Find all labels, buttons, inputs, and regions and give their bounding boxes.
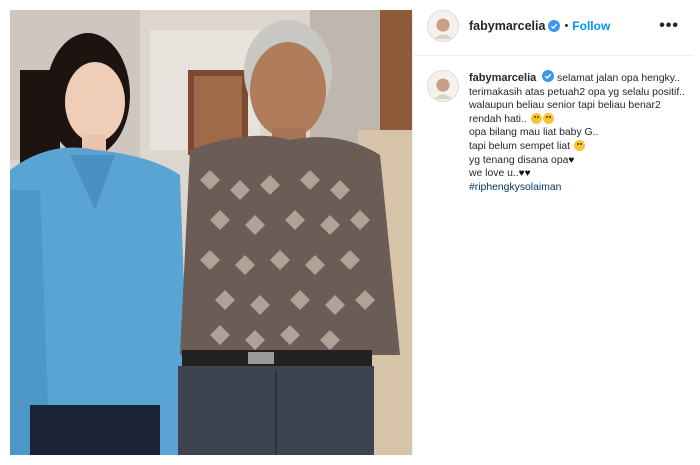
- caption-line-6: we love u..: [469, 168, 519, 180]
- caption-avatar[interactable]: [427, 70, 459, 102]
- crying-face-emoji: [542, 112, 554, 124]
- caption-line-3: opa bilang mau liat baby G..: [469, 127, 599, 139]
- caption-line-4: tapi belum sempet liat: [469, 140, 571, 152]
- avatar-image: [428, 11, 458, 41]
- profile-avatar[interactable]: [427, 10, 459, 42]
- follow-button[interactable]: Follow: [572, 19, 610, 33]
- instagram-post-window: fabymarcelia • Follow ••• fabymarcelia s…: [0, 0, 700, 465]
- more-options-icon[interactable]: •••: [659, 18, 679, 34]
- verified-badge-icon: [548, 20, 561, 32]
- caption-username[interactable]: fabymarcelia: [469, 72, 536, 84]
- header-divider: [413, 55, 693, 56]
- post-caption: fabymarcelia selamat jalan opa hengky.. …: [427, 70, 693, 194]
- separator-dot: •: [564, 20, 569, 32]
- caption-line-5: yg tenang disana opa: [469, 154, 569, 166]
- caption-text: fabymarcelia selamat jalan opa hengky.. …: [469, 70, 691, 194]
- header-username[interactable]: fabymarcelia: [469, 19, 545, 33]
- caption-line-1: selamat jalan opa hengky..: [557, 73, 680, 84]
- post-header: fabymarcelia • Follow •••: [413, 10, 693, 42]
- crying-face-emoji: [530, 112, 542, 124]
- post-photo[interactable]: [10, 10, 412, 455]
- avatar-image: [428, 71, 458, 101]
- crying-face-emoji: [573, 139, 585, 151]
- post-photo-image: [10, 10, 412, 455]
- caption-line-2: terimakasih atas petuah2 opa yg selalu p…: [469, 86, 686, 125]
- hashtag-link[interactable]: #riphengkysolaiman: [469, 182, 561, 193]
- verified-badge-icon: [542, 70, 555, 82]
- black-heart-emoji: ♥: [568, 154, 575, 166]
- black-heart-emoji: ♥: [524, 168, 531, 180]
- panel-divider: [412, 10, 413, 455]
